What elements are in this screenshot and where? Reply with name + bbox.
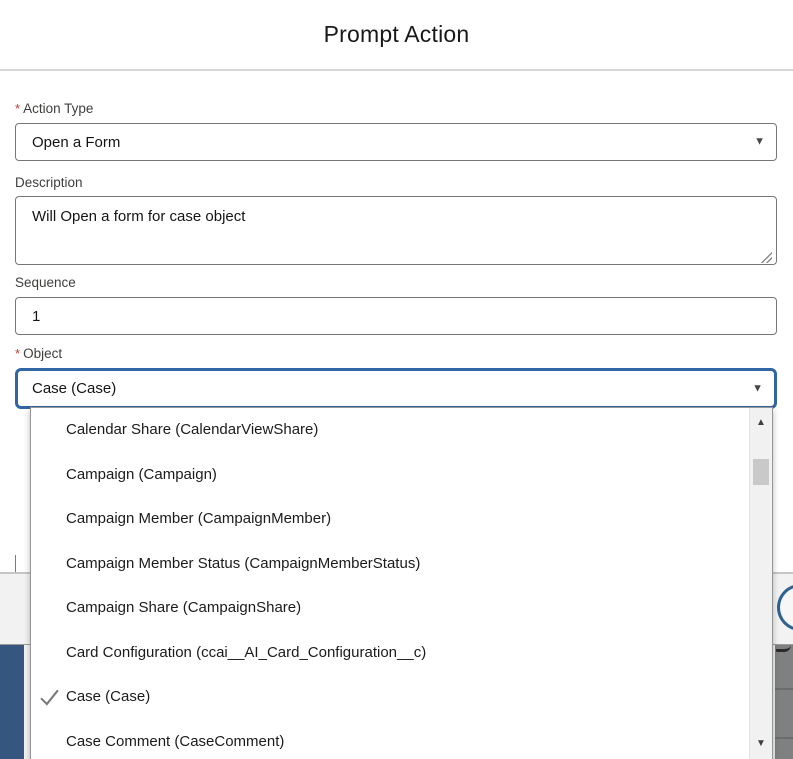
action-type-value: Open a Form [32,134,120,151]
description-textarea[interactable]: Will Open a form for case object [15,196,777,265]
dropdown-option[interactable]: Campaign (Campaign) [31,453,772,498]
option-label: Campaign Member Status (CampaignMemberSt… [66,555,420,572]
sequence-input[interactable] [15,297,777,335]
action-type-label-text: Action Type [23,101,93,116]
object-label-text: Object [23,346,62,361]
action-type-label: *Action Type [15,101,93,116]
scroll-down-icon[interactable]: ▼ [750,739,772,749]
dropdown-option[interactable]: Campaign Share (CampaignShare) [31,586,772,631]
page-title: Prompt Action [324,21,470,48]
required-asterisk: * [15,346,20,361]
chevron-down-icon: ▼ [754,137,765,148]
option-label: Card Configuration (ccai__AI_Card_Config… [66,644,426,661]
option-label: Case (Case) [66,688,150,705]
dropdown-option[interactable]: Calendar Share (CalendarViewShare) [31,408,772,453]
object-label: *Object [15,346,62,361]
chevron-down-icon: ▼ [752,383,763,394]
option-label: Calendar Share (CalendarViewShare) [66,421,318,438]
prompt-action-modal: Prompt Action *Action Type Open a Form ▼… [0,0,793,759]
sequence-label-text: Sequence [15,275,76,290]
scrollbar-thumb[interactable] [753,459,769,485]
modal-header: Prompt Action [0,0,793,71]
background-row-divider [775,688,793,690]
required-asterisk: * [15,101,20,116]
scroll-up-icon[interactable]: ▲ [750,418,772,428]
option-label: Campaign Share (CampaignShare) [66,599,301,616]
dropdown-option-selected[interactable]: Case (Case) [31,675,772,720]
description-label-text: Description [15,175,83,190]
page-background-left [0,645,24,759]
dropdown-option[interactable]: Case Comment (CaseComment) [31,720,772,759]
sequence-label: Sequence [15,275,76,290]
page-background-right [775,645,793,759]
option-label: Campaign (Campaign) [66,466,217,483]
option-label: Case Comment (CaseComment) [66,733,284,750]
dropdown-option[interactable]: Card Configuration (ccai__AI_Card_Config… [31,631,772,676]
checkmark-icon [39,687,60,708]
option-label: Campaign Member (CampaignMember) [66,510,331,527]
action-type-select[interactable]: Open a Form ▼ [15,123,777,161]
description-label: Description [15,175,83,190]
textarea-resize-handle-icon[interactable] [761,252,772,263]
scrollbar[interactable]: ▲ ▼ [749,408,772,759]
dropdown-option[interactable]: Campaign Member (CampaignMember) [31,497,772,542]
object-combobox-value: Case (Case) [32,380,116,397]
object-combobox[interactable]: Case (Case) ▼ [15,368,777,409]
background-row-divider [775,737,793,739]
object-dropdown-list: Calendar Share (CalendarViewShare) Campa… [30,407,773,759]
dropdown-option[interactable]: Campaign Member Status (CampaignMemberSt… [31,542,772,587]
background-corner-arc [776,645,791,652]
